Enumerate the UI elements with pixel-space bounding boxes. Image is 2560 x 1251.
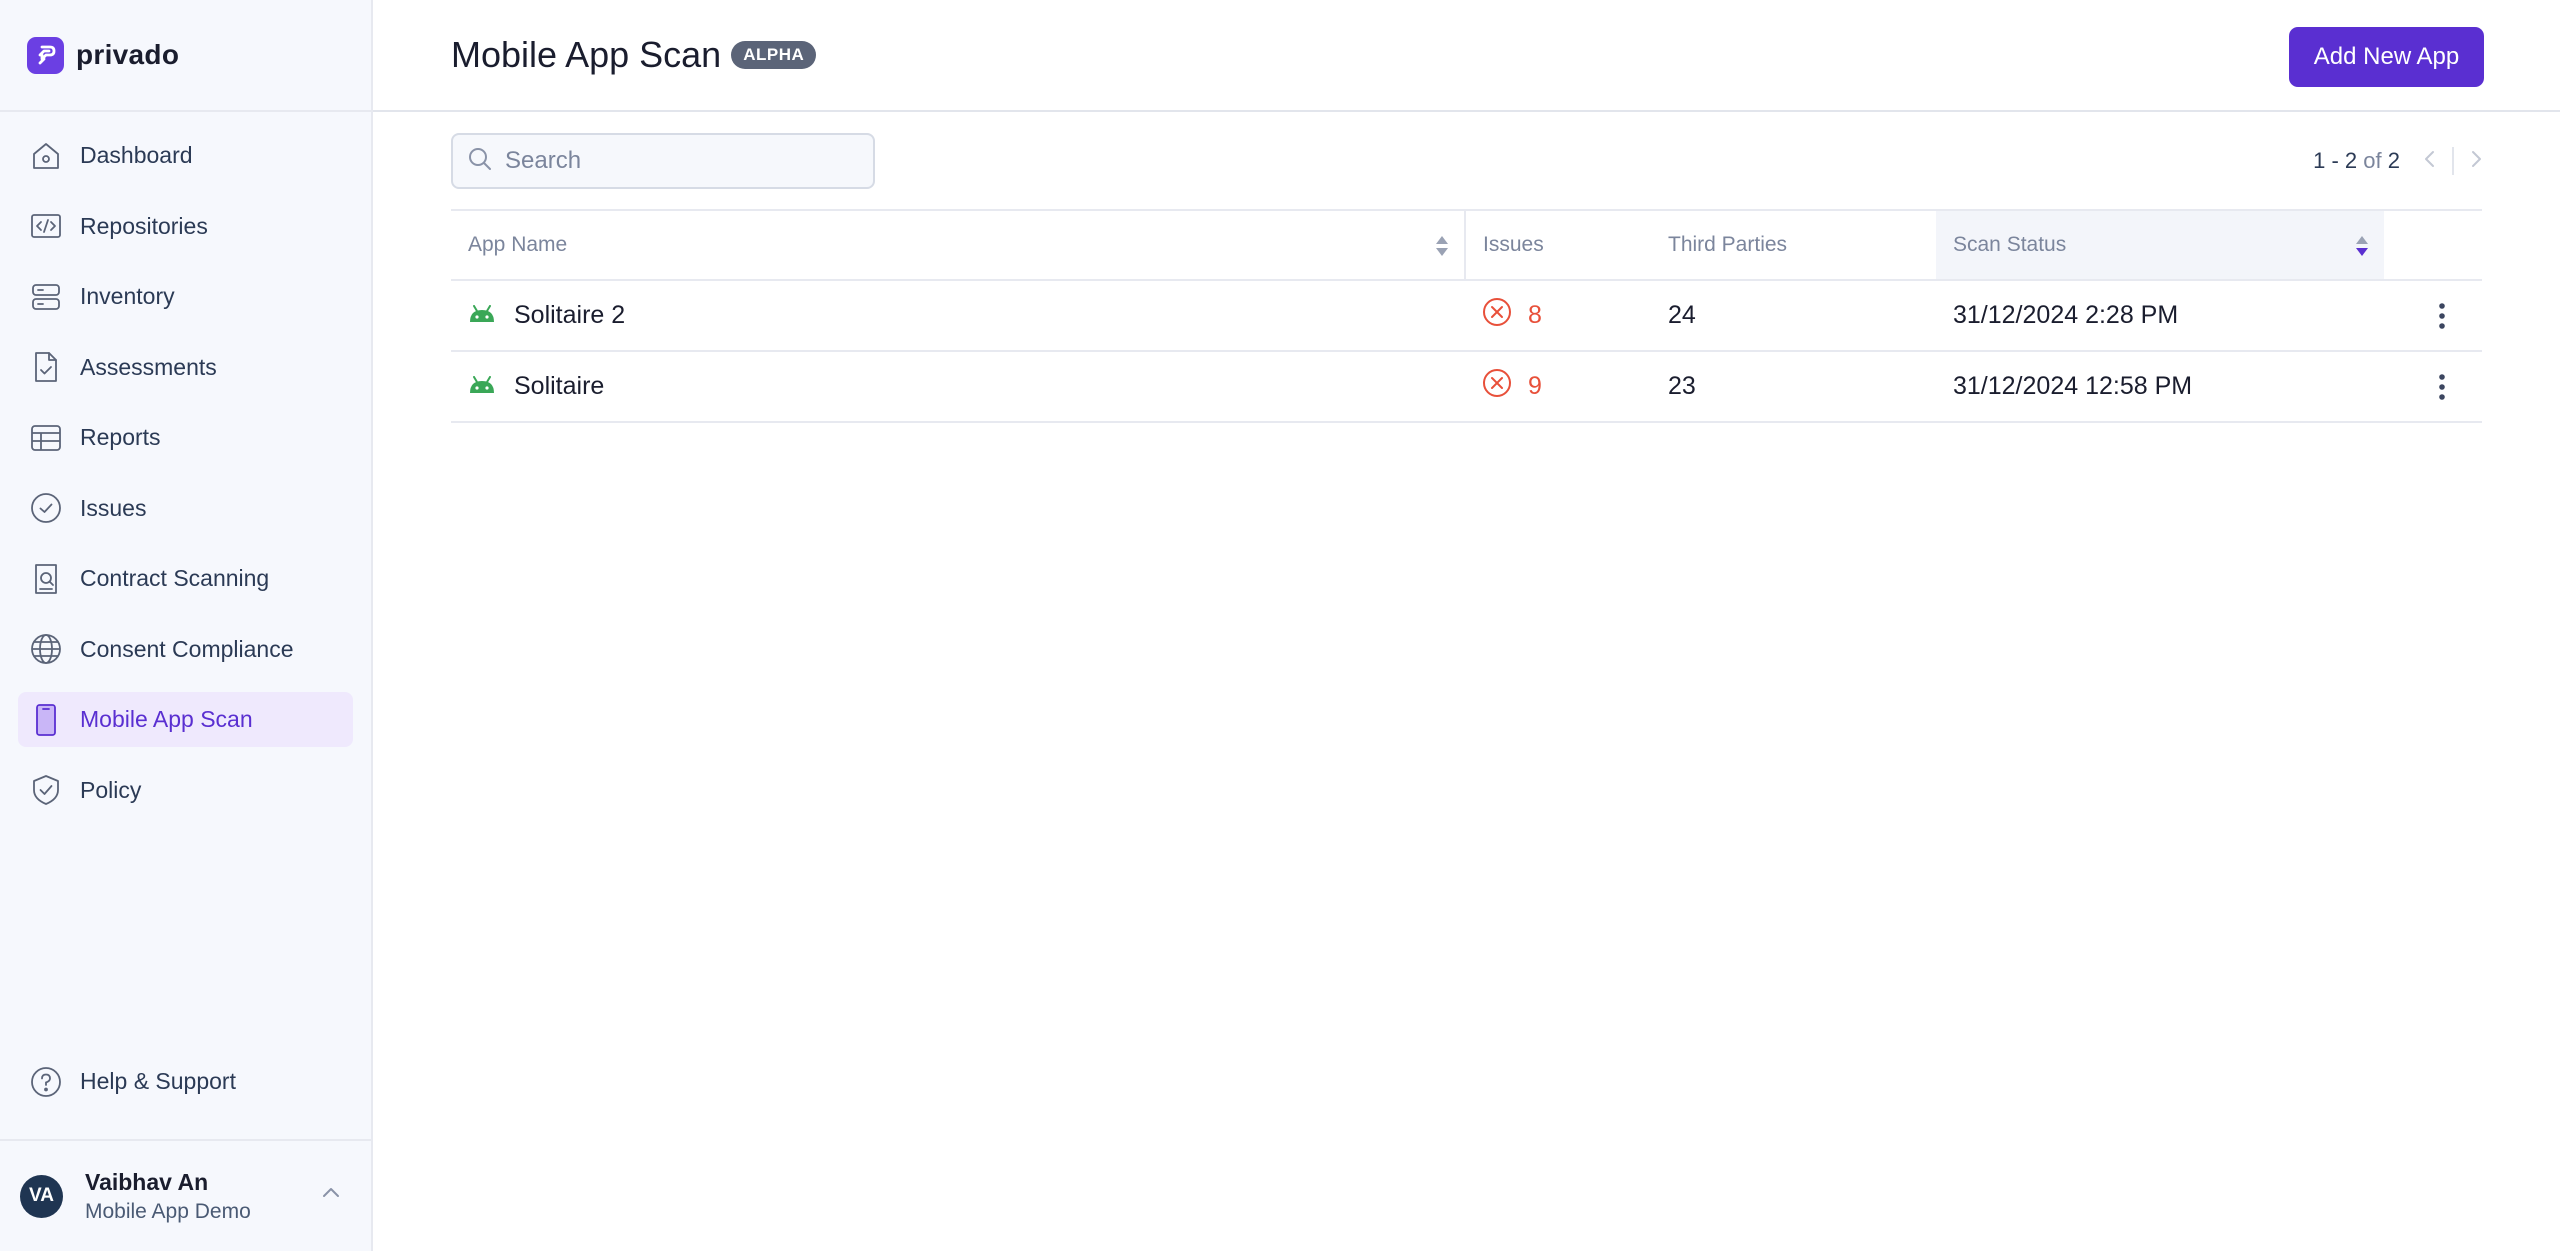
app-name-cell: Solitaire 2 — [451, 280, 1465, 352]
page-header: Mobile App Scan ALPHA Add New App — [373, 0, 2560, 112]
app-name[interactable]: Solitaire — [514, 372, 604, 401]
brand[interactable]: privado — [0, 0, 371, 112]
sidebar-item-label: Contract Scanning — [80, 565, 270, 591]
shield-check-icon — [28, 772, 64, 808]
search-input[interactable] — [505, 147, 845, 175]
third-parties-cell: 23 — [1651, 351, 1936, 423]
add-new-app-button[interactable]: Add New App — [2289, 27, 2484, 87]
android-icon — [468, 301, 496, 330]
more-vertical-icon[interactable] — [2401, 373, 2482, 401]
actions-cell — [2384, 280, 2482, 352]
user-text: Vaibhav An Mobile App Demo — [85, 1169, 251, 1224]
search-box[interactable] — [451, 133, 875, 189]
alpha-badge: ALPHA — [731, 41, 817, 69]
actions-cell — [2384, 351, 2482, 423]
page-title: Mobile App Scan — [451, 34, 722, 75]
sidebar-item-consent-compliance[interactable]: Consent Compliance — [18, 622, 353, 677]
column-header-app-name[interactable]: App Name — [451, 209, 1466, 281]
column-header-actions — [2384, 209, 2482, 281]
table-row[interactable]: Solitaire 2 8 24 31/12/2024 2:28 PM — [451, 280, 2482, 352]
scan-status-cell: 31/12/2024 2:28 PM — [1936, 280, 2384, 352]
toolbar: 1 - 2 of 2 — [373, 112, 2560, 210]
sidebar-item-label: Dashboard — [80, 142, 193, 168]
sidebar-item-label: Assessments — [80, 353, 217, 380]
sidebar-item-contract-scanning[interactable]: Contract Scanning — [18, 551, 353, 606]
help-support: Help & Support — [18, 1054, 353, 1125]
sidebar-item-mobile-app-scan[interactable]: Mobile App Scan — [18, 692, 353, 747]
sidebar-item-label: Policy — [80, 776, 142, 803]
column-header-issues[interactable]: Issues — [1465, 209, 1651, 281]
sort-icon[interactable] — [2355, 234, 2369, 264]
sidebar-item-policy[interactable]: Policy — [18, 763, 353, 818]
sidebar-item-label: Repositories — [80, 212, 208, 239]
app-root: privado Dashboard Repositories Inventory… — [0, 0, 2560, 1251]
pagination-divider — [2452, 147, 2454, 175]
chevron-right-icon[interactable] — [2468, 148, 2484, 175]
sidebar-item-label: Reports — [80, 424, 161, 450]
table-icon — [28, 420, 64, 456]
chevron-left-icon[interactable] — [2422, 148, 2438, 175]
table-row[interactable]: Solitaire 9 23 31/12/2024 12:58 PM — [451, 351, 2482, 423]
sidebar-item-inventory[interactable]: Inventory — [18, 269, 353, 324]
sidebar-item-label: Inventory — [80, 283, 175, 309]
column-header-label: Issues — [1483, 233, 1544, 256]
table-header-row: App Name Issues Third Parties Scan Statu… — [451, 209, 2482, 281]
scan-status-cell: 31/12/2024 12:58 PM — [1936, 351, 2384, 423]
brand-name: privado — [76, 39, 180, 70]
code-icon — [28, 208, 64, 244]
pagination-total: 2 — [2387, 148, 2400, 173]
pagination-range: 1 - 2 — [2313, 148, 2358, 173]
sidebar-item-issues[interactable]: Issues — [18, 481, 353, 536]
globe-icon — [28, 631, 64, 667]
mobile-icon — [28, 702, 64, 738]
column-header-label: Third Parties — [1668, 233, 1788, 256]
column-header-scan-status[interactable]: Scan Status — [1936, 209, 2384, 281]
issues-count: 9 — [1528, 372, 1542, 400]
sidebar-item-label: Mobile App Scan — [80, 706, 253, 732]
home-icon — [28, 138, 64, 174]
more-vertical-icon[interactable] — [2401, 302, 2482, 330]
issues-cell: 8 — [1465, 280, 1651, 352]
sidebar-item-label: Issues — [80, 494, 147, 521]
sort-icon[interactable] — [1435, 234, 1449, 264]
app-name-cell: Solitaire — [451, 351, 1465, 423]
sidebar: privado Dashboard Repositories Inventory… — [0, 0, 373, 1251]
column-header-label: App Name — [468, 233, 568, 256]
app-name[interactable]: Solitaire 2 — [514, 301, 625, 330]
issues-count: 8 — [1528, 301, 1542, 329]
third-parties-cell: 24 — [1651, 280, 1936, 352]
pagination-text: 1 - 2 of 2 — [2313, 148, 2400, 174]
sidebar-item-repositories[interactable]: Repositories — [18, 199, 353, 254]
sidebar-item-help-support[interactable]: Help & Support — [18, 1054, 353, 1109]
user-name: Vaibhav An — [85, 1168, 209, 1195]
pagination-of: of — [2363, 148, 2382, 173]
main-content: Mobile App Scan ALPHA Add New App 1 - 2 … — [373, 0, 2560, 1251]
user-org: Mobile App Demo — [85, 1199, 251, 1223]
privado-logo-icon — [27, 36, 64, 74]
help-circle-icon — [28, 1064, 64, 1100]
column-header-label: Scan Status — [1953, 233, 2067, 256]
document-check-icon — [28, 349, 64, 385]
column-header-third-parties[interactable]: Third Parties — [1651, 209, 1936, 281]
sidebar-item-dashboard[interactable]: Dashboard — [18, 128, 353, 183]
avatar: VA — [20, 1174, 63, 1218]
server-icon — [28, 279, 64, 315]
issues-cell: 9 — [1465, 351, 1651, 423]
document-search-icon — [28, 561, 64, 597]
sidebar-item-assessments[interactable]: Assessments — [18, 340, 353, 395]
x-circle-icon — [1482, 297, 1512, 334]
check-circle-icon — [28, 490, 64, 526]
sidebar-item-label: Consent Compliance — [80, 635, 294, 662]
pagination: 1 - 2 of 2 — [2313, 140, 2484, 182]
chevron-up-icon[interactable] — [321, 1185, 341, 1204]
search-icon — [467, 146, 493, 177]
user-profile[interactable]: VA Vaibhav An Mobile App Demo — [0, 1139, 371, 1251]
sidebar-item-label: Help & Support — [80, 1068, 236, 1094]
x-circle-icon — [1482, 368, 1512, 405]
apps-table: App Name Issues Third Parties Scan Statu… — [451, 209, 2482, 423]
android-icon — [468, 372, 496, 401]
sidebar-item-reports[interactable]: Reports — [18, 410, 353, 465]
